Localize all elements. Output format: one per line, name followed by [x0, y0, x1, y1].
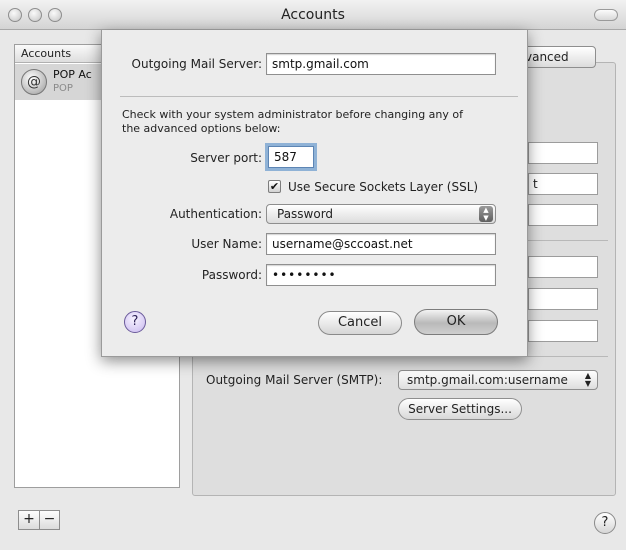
authentication-popup[interactable]: Password ▲ ▼ — [266, 204, 496, 224]
admin-note: Check with your system administrator bef… — [122, 108, 463, 135]
remove-account-button[interactable]: − — [39, 511, 59, 529]
smtp-server-value: smtp.gmail.com:username — [407, 373, 568, 387]
password-label: Password: — [201, 268, 262, 282]
window-help-button[interactable]: ? — [594, 512, 616, 534]
sheet-separator — [120, 96, 518, 97]
tab-advanced[interactable]: vanced — [520, 46, 596, 68]
background-field-6[interactable] — [528, 320, 598, 342]
background-field-2[interactable]: t — [528, 173, 598, 195]
sheet-help-button[interactable]: ? — [124, 311, 146, 333]
ssl-checkbox[interactable]: ✔ — [268, 180, 281, 193]
ok-button[interactable]: OK — [414, 309, 498, 335]
background-field-5[interactable] — [528, 288, 598, 310]
accounts-window: Accounts Accounts @ POP Ac POP + − ? van… — [0, 0, 626, 550]
outgoing-server-label: Outgoing Mail Server: — [131, 57, 262, 71]
smtp-server-label: Outgoing Mail Server (SMTP): — [206, 373, 383, 387]
server-port-label: Server port: — [190, 151, 262, 165]
outgoing-server-input[interactable]: smtp.gmail.com — [266, 53, 496, 75]
smtp-settings-sheet: Outgoing Mail Server: smtp.gmail.com Che… — [101, 30, 528, 357]
background-field-3[interactable] — [528, 204, 598, 226]
window-title: Accounts — [281, 7, 345, 23]
background-separator-1 — [520, 240, 608, 241]
smtp-server-popup[interactable]: smtp.gmail.com:username ▲ ▼ — [398, 370, 598, 390]
popup-arrows-icon: ▲ ▼ — [584, 371, 592, 388]
background-field-4[interactable] — [528, 256, 598, 278]
password-input[interactable]: •••••••• — [266, 264, 496, 286]
toolbar-toggle-button[interactable] — [594, 9, 618, 21]
add-account-button[interactable]: + — [19, 511, 39, 529]
background-field-2-text: t — [533, 177, 538, 191]
popup-arrows-icon: ▲ ▼ — [479, 206, 493, 222]
background-field-1[interactable] — [528, 142, 598, 164]
server-port-input[interactable]: 587 — [268, 146, 314, 168]
account-name: POP Ac — [53, 68, 92, 81]
account-add-remove-group: + − — [18, 510, 60, 530]
cancel-button[interactable]: Cancel — [318, 311, 402, 335]
at-sign-icon: @ — [21, 69, 47, 95]
username-label: User Name: — [191, 237, 262, 251]
username-input[interactable]: username@sccoast.net — [266, 233, 496, 255]
authentication-value: Password — [277, 207, 334, 221]
title-bar: Accounts — [0, 0, 626, 30]
authentication-label: Authentication: — [169, 207, 262, 221]
account-type: POP — [53, 83, 73, 94]
server-settings-button[interactable]: Server Settings... — [398, 398, 522, 420]
ssl-label: Use Secure Sockets Layer (SSL) — [288, 180, 479, 194]
